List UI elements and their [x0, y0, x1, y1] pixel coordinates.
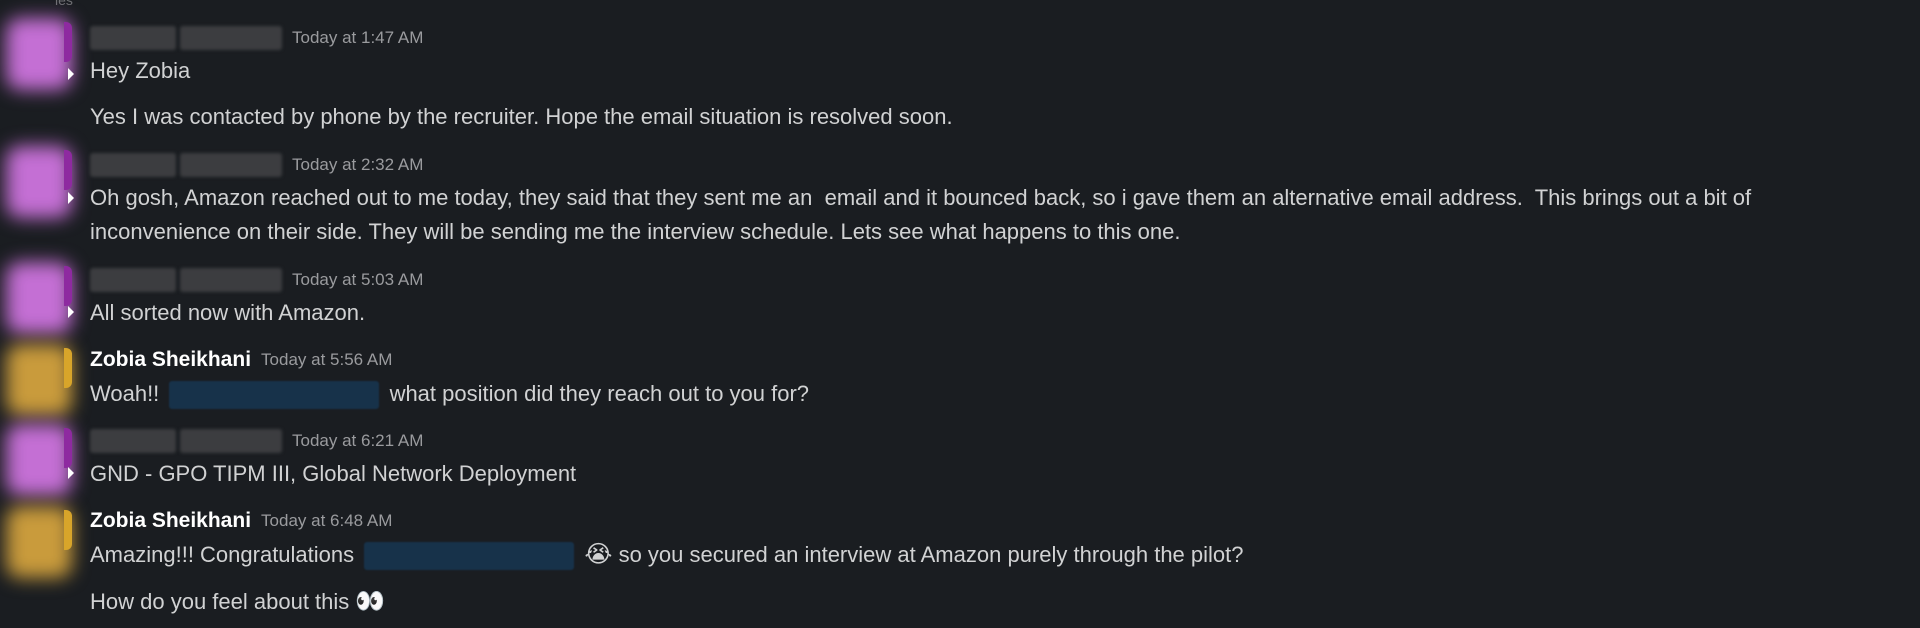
avatar-accent-bar — [64, 150, 72, 190]
sender-name[interactable]: Zobia Sheikhani — [90, 509, 251, 533]
caret-icon — [68, 68, 74, 80]
message-text: Hey Zobia — [90, 58, 191, 83]
redacted-name — [180, 153, 282, 177]
user-mention[interactable] — [169, 381, 380, 410]
timestamp[interactable]: Today at 2:32 AM — [292, 155, 423, 175]
avatar-accent-bar — [64, 266, 72, 306]
message-header: Today at 6:21 AM — [90, 428, 423, 454]
avatar[interactable] — [6, 424, 72, 496]
message-header: Today at 1:47 AM — [90, 25, 423, 51]
avatar[interactable] — [6, 146, 72, 218]
avatar[interactable] — [6, 344, 72, 416]
message-header: Today at 5:03 AM — [90, 267, 423, 293]
message-header: Zobia Sheikhani Today at 6:48 AM — [90, 508, 392, 534]
avatar[interactable] — [6, 262, 72, 334]
redacted-name — [90, 429, 176, 453]
message-text: Woah!! what position did they reach out … — [90, 377, 1890, 411]
timestamp[interactable]: Today at 6:48 AM — [261, 511, 392, 531]
timestamp[interactable]: Today at 6:21 AM — [292, 431, 423, 451]
avatar-accent-bar — [64, 22, 72, 62]
caret-icon — [68, 306, 74, 318]
message-text-part: so you secured an interview at Amazon pu… — [618, 542, 1244, 567]
message-text-part: what position did they reach out to you … — [389, 381, 810, 406]
timestamp[interactable]: Today at 5:56 AM — [261, 350, 392, 370]
message-text-part: How do you feel about this — [90, 589, 350, 614]
redacted-name — [90, 153, 176, 177]
avatar-accent-bar — [64, 510, 72, 550]
sender-name[interactable]: Zobia Sheikhani — [90, 348, 251, 372]
user-mention[interactable] — [364, 542, 575, 571]
redacted-name — [90, 268, 176, 292]
message-text: How do you feel about this 👀 — [90, 584, 1890, 619]
eyes-icon: 👀 — [355, 587, 386, 615]
crying-face-icon: 😭 — [584, 540, 613, 568]
redacted-name — [90, 26, 176, 50]
caret-icon — [68, 467, 74, 479]
message-text-part: Woah!! — [90, 381, 160, 406]
timestamp[interactable]: Today at 1:47 AM — [292, 28, 423, 48]
message-header: Today at 2:32 AM — [90, 152, 423, 178]
message-text: Yes I was contacted by phone by the recr… — [90, 104, 953, 129]
redacted-name — [180, 429, 282, 453]
redacted-name — [180, 26, 282, 50]
message-text-part: Amazing!!! Congratulations — [90, 542, 355, 567]
avatar[interactable] — [6, 506, 72, 578]
message-header: Zobia Sheikhani Today at 5:56 AM — [90, 347, 392, 373]
avatar[interactable] — [6, 18, 72, 90]
avatar-accent-bar — [64, 428, 72, 468]
message-text: Amazing!!! Congratulations 😭 so you secu… — [90, 537, 1890, 572]
redacted-name — [180, 268, 282, 292]
message-text: All sorted now with Amazon. — [90, 300, 366, 325]
message-text: GND - GPO TIPM III, Global Network Deplo… — [90, 461, 577, 486]
message-text: Oh gosh, Amazon reached out to me today,… — [90, 185, 1758, 244]
caret-icon — [68, 192, 74, 204]
timestamp[interactable]: Today at 5:03 AM — [292, 270, 423, 290]
avatar-accent-bar — [64, 348, 72, 388]
partial-text: ies — [55, 0, 73, 8]
